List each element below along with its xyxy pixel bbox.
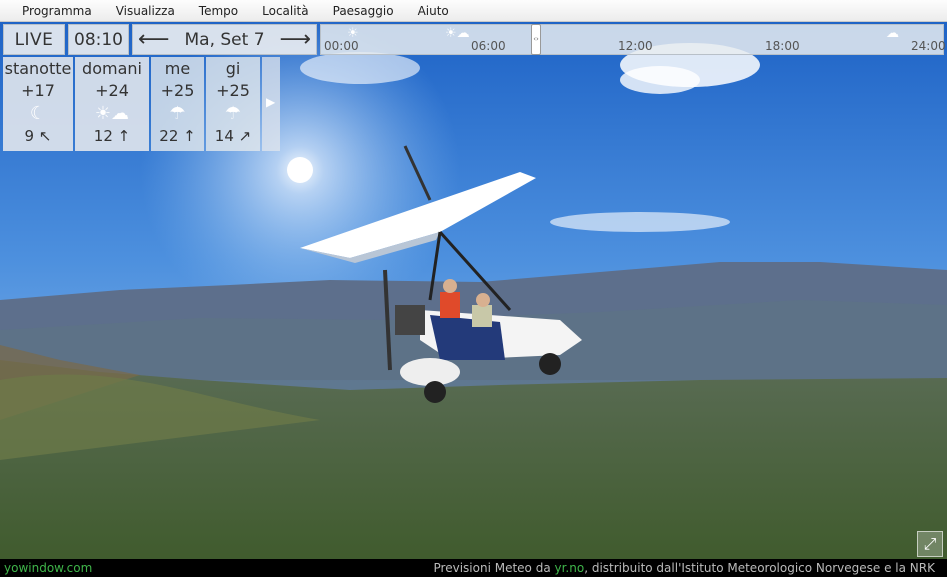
cloud-icon: ☁ (886, 26, 899, 41)
menu-paesaggio[interactable]: Paesaggio (321, 0, 406, 22)
forecast-day[interactable]: domani +24 ☀☁ 12 ↑ (75, 57, 149, 151)
forecast-credit: Previsioni Meteo da yr.no, distribuito d… (434, 559, 935, 577)
forecast-wind: 9 ↖ (24, 127, 52, 145)
partly-cloudy-icon: ☀☁ (445, 26, 470, 41)
play-arrow-icon: ▶ (266, 95, 276, 109)
forecast-temperature: +25 (216, 81, 250, 100)
forecast-next-button[interactable]: ▶ (262, 57, 280, 151)
menu-visualizza[interactable]: Visualizza (104, 0, 187, 22)
timeline-tick: 24:00 (911, 39, 946, 53)
menu-tempo[interactable]: Tempo (187, 0, 250, 22)
forecast-wind: 22 ↑ (159, 127, 196, 145)
date-label: Ma, Set 7 (184, 30, 265, 50)
forecast-day-label: gi (225, 59, 241, 78)
status-bar: yowindow.com Previsioni Meteo da yr.no, … (0, 559, 947, 577)
credit-prefix: Previsioni Meteo da (433, 561, 555, 575)
day-timeline[interactable]: ☀ ☀☁ ☁ 00:00 06:00 12:00 18:00 24:00 ‹› (320, 24, 946, 55)
forecast-temperature: +24 (95, 81, 129, 100)
forecast-temperature: +17 (21, 81, 55, 100)
date-selector: ⟵ Ma, Set 7 ⟶ (132, 24, 317, 55)
time-toolbar: LIVE 08:10 ⟵ Ma, Set 7 ⟶ ☀ ☀☁ ☁ 00:00 06… (3, 24, 946, 56)
menu-bar: Programma Visualizza Tempo Località Paes… (0, 0, 947, 22)
timeline-slider-handle[interactable]: ‹› (531, 24, 541, 55)
timeline-tick: 12:00 (618, 39, 653, 53)
credit-suffix: , distribuito dall'Istituto Meteorologic… (584, 561, 935, 575)
forecast-day-label: stanotte (4, 59, 72, 78)
rain-cloud-icon: ☂ (224, 103, 242, 124)
next-day-arrow-icon[interactable]: ⟶ (279, 25, 311, 54)
live-button[interactable]: LIVE (3, 24, 65, 55)
timeline-tick: 18:00 (765, 39, 800, 53)
yr-link[interactable]: yr.no (555, 561, 585, 575)
fullscreen-icon[interactable]: ⤢ (917, 531, 943, 557)
forecast-day[interactable]: me +25 ☂ 22 ↑ (151, 57, 204, 151)
timeline-tick: 06:00 (471, 39, 506, 53)
partly-cloudy-icon: ☀☁ (94, 103, 130, 124)
forecast-day[interactable]: stanotte +17 ☾ 9 ↖ (3, 57, 73, 151)
forecast-temperature: +25 (160, 81, 195, 100)
moon-icon: ☾ (29, 103, 47, 124)
forecast-day-label: domani (82, 59, 142, 78)
current-time[interactable]: 08:10 (68, 24, 129, 55)
forecast-wind: 14 ↗ (214, 127, 252, 145)
rain-cloud-icon: ☂ (169, 103, 186, 124)
brand-link[interactable]: yowindow.com (4, 559, 92, 577)
menu-aiuto[interactable]: Aiuto (406, 0, 461, 22)
forecast-day-label: me (164, 59, 191, 78)
forecast-wind: 12 ↑ (93, 127, 131, 145)
menu-programma[interactable]: Programma (0, 0, 104, 22)
forecast-day[interactable]: gi +25 ☂ 14 ↗ (206, 57, 260, 151)
menu-localita[interactable]: Località (250, 0, 321, 22)
forecast-panel: stanotte +17 ☾ 9 ↖ domani +24 ☀☁ 12 ↑ me… (3, 57, 280, 151)
timeline-tick: 00:00 (324, 39, 359, 53)
